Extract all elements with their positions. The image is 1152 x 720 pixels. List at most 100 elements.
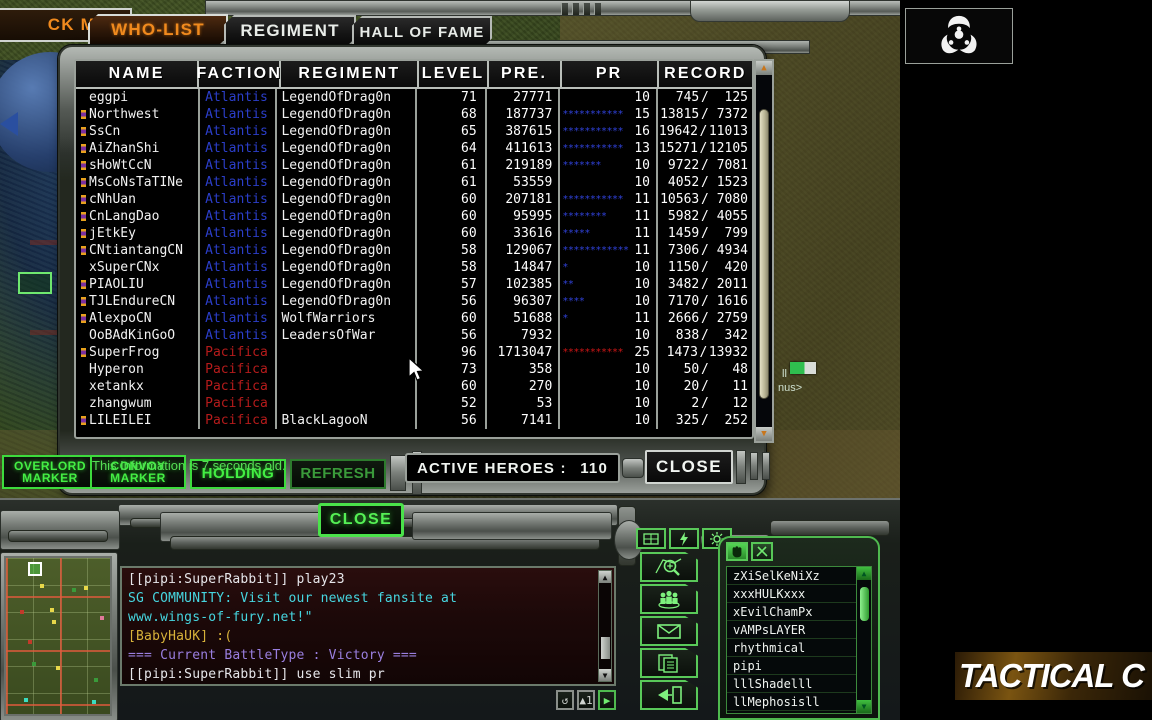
table-row[interactable]: sHoWtCcN Atlantis LegendOfDrag0n 61 219189 **… [76, 157, 752, 174]
lightning-icon[interactable] [669, 528, 699, 549]
player-name: zhangwum [89, 396, 152, 411]
scroll-up-button[interactable]: ▲ [756, 61, 772, 75]
pr-value: 10 [634, 413, 650, 428]
player-list-item[interactable]: pipi [727, 657, 857, 675]
cell-name: CNtiantangCN [76, 242, 201, 259]
player-name: PIAOLIU [89, 277, 144, 292]
watermark-text: TACTICAL C [959, 657, 1145, 694]
exit-door-icon[interactable] [640, 680, 698, 710]
overlord-marker-button[interactable]: OVERLORD MARKER [2, 455, 98, 489]
player-list-tab-hand[interactable] [726, 542, 748, 561]
player-scroll-thumb[interactable] [860, 587, 869, 621]
cell-faction: Pacifica [200, 412, 278, 429]
chat-send-button[interactable]: ▶ [598, 690, 616, 710]
mail-icon[interactable] [640, 616, 698, 646]
rank-badge-icon [80, 126, 87, 137]
zoom-in-map-icon[interactable] [640, 552, 698, 582]
player-list-item[interactable]: vAMPsLAYER [727, 621, 857, 639]
player-list-tabs[interactable] [720, 538, 878, 561]
cell-record: 3482/ 2011 [658, 276, 752, 293]
record-separator: / [700, 226, 709, 241]
hud-icon-column[interactable] [640, 552, 702, 712]
rank-badge-icon [80, 194, 87, 205]
table-row[interactable]: MsCoNsTaTINe Atlantis LegendOfDrag0n 61 5355… [76, 174, 752, 191]
table-row[interactable]: PIAOLIU Atlantis LegendOfDrag0n 57 102385 ** 1… [76, 276, 752, 293]
tab-regiment[interactable]: REGIMENT [224, 15, 356, 47]
table-row[interactable]: jEtkEy Atlantis LegendOfDrag0n 60 33616 *****… [76, 225, 752, 242]
convoy-marker-button[interactable]: CONVOY MARKER [90, 455, 186, 489]
tab-who-list[interactable]: WHO-LIST [88, 14, 228, 46]
cell-regiment: LeadersOfWar [277, 327, 417, 344]
record-wins: 7306 [667, 243, 700, 258]
chat-line: === Current BattleType : Victory === [128, 648, 417, 663]
rank-badge-icon [80, 279, 87, 290]
tab-hall-of-fame[interactable]: HALL OF FAME [352, 16, 492, 48]
chat-scroll-down-button[interactable]: ▼ [599, 669, 611, 681]
cell-record: 19642/11013 [658, 123, 752, 140]
player-scroll-down-button[interactable]: ▼ [857, 700, 871, 713]
who-list-close-button[interactable]: CLOSE [645, 450, 733, 484]
scroll-thumb[interactable] [759, 109, 769, 399]
table-scrollbar[interactable]: ▲ ▼ [754, 59, 774, 443]
pr-value: 10 [634, 260, 650, 275]
table-row[interactable]: cNhUan Atlantis LegendOfDrag0n 60 207181 ****… [76, 191, 752, 208]
minimap[interactable] [4, 556, 112, 716]
player-list-item[interactable]: lllShadelll [727, 675, 857, 693]
chat-scrollbar[interactable]: ▲ ▼ [598, 570, 612, 682]
scroll-down-button[interactable]: ▼ [756, 427, 772, 441]
player-list[interactable]: zXiSelKeNiXz xxxHULKxxx xEvilChamPx vAMPsLA… [726, 566, 858, 714]
player-list-item[interactable]: llMephosisll [727, 693, 857, 711]
table-row[interactable]: CNtiantangCN Atlantis LegendOfDrag0n 58 1290… [76, 242, 752, 259]
pr-value: 10 [634, 379, 650, 394]
cell-faction: Atlantis [200, 157, 278, 174]
player-list-item[interactable]: zXiSelKeNiXz [727, 567, 857, 585]
record-losses: 7080 [716, 192, 748, 207]
table-row[interactable]: TJLEndureCN Atlantis LegendOfDrag0n 56 96307… [76, 293, 752, 310]
chat-panel[interactable]: [[pipi:SuperRabbit]] play23 SG COMMUNITY:… [120, 566, 616, 686]
minimap-blip [84, 586, 88, 590]
cell-pr: *********** 13 [560, 140, 658, 157]
cell-faction: Atlantis [200, 293, 278, 310]
player-list-scrollbar[interactable]: ▲ ▼ [856, 566, 872, 714]
scroll-track[interactable] [756, 75, 772, 427]
chat-scroll-thumb[interactable] [601, 637, 610, 659]
pr-value: 10 [634, 294, 650, 309]
clipboard-icon[interactable] [640, 648, 698, 678]
table-row[interactable]: zhangwum Pacifica 52 53 10 2/ 12 [76, 395, 752, 412]
chat-prev-button[interactable]: ↺ [556, 690, 574, 710]
table-row[interactable]: eggpi Atlantis LegendOfDrag0n 71 27771 10 745/… [76, 89, 752, 106]
table-row[interactable]: SsCn Atlantis LegendOfDrag0n 65 387615 ******… [76, 123, 752, 140]
cell-pr: ** 10 [560, 276, 658, 293]
pr-stars: * [562, 262, 568, 273]
player-scroll-up-button[interactable]: ▲ [857, 567, 871, 580]
rank-badge-icon [80, 313, 87, 324]
player-list-item[interactable]: xxxHULKxxx [727, 585, 857, 603]
table-row[interactable]: OoBAdKinGoO Atlantis LeadersOfWar 56 7932 10 8… [76, 327, 752, 344]
friendly-unit[interactable] [790, 362, 816, 374]
cell-record: 2666/ 2759 [658, 310, 752, 327]
player-list-item[interactable]: rhythmical [727, 639, 857, 657]
table-row[interactable]: Northwest Atlantis LegendOfDrag0n 68 187737 *… [76, 106, 752, 123]
table-row[interactable]: AiZhanShi Atlantis LegendOfDrag0n 64 411613 *… [76, 140, 752, 157]
table-row[interactable]: AlexpoCN Atlantis WolfWarriors 60 51688 * 11 26… [76, 310, 752, 327]
table-body[interactable]: eggpi Atlantis LegendOfDrag0n 71 27771 10 745/… [76, 89, 752, 439]
hud-close-button[interactable]: CLOSE [318, 503, 404, 537]
group-players-icon[interactable] [640, 584, 698, 614]
table-row[interactable]: CnLangDao Atlantis LegendOfDrag0n 60 95995 **… [76, 208, 752, 225]
cell-pr: 10 [560, 174, 658, 191]
table-row[interactable]: xSuperCNx Atlantis LegendOfDrag0n 58 14847 * 1… [76, 259, 752, 276]
record-separator: / [700, 396, 709, 411]
table-row[interactable]: LILEILEI Pacifica BlackLagooN 56 7141 10 325/ 2… [76, 412, 752, 429]
minimap-viewport-box[interactable] [28, 562, 42, 576]
player-list-tab-swords[interactable] [751, 542, 773, 561]
cell-regiment: LegendOfDrag0n [277, 225, 417, 242]
player-list-item[interactable]: xEvilChamPx [727, 603, 857, 621]
chat-scroll-up-button[interactable]: ▲ [599, 571, 611, 583]
chat-controls[interactable]: ↺ ▲1 ▶ [556, 690, 618, 714]
holding-button[interactable]: HOLDING [190, 459, 286, 489]
biohazard-icon [905, 8, 1013, 64]
cell-record: 50/ 48 [658, 361, 752, 378]
refresh-button[interactable]: REFRESH [290, 459, 386, 489]
chat-channel-button[interactable]: ▲1 [577, 690, 595, 710]
grid-icon[interactable] [636, 528, 666, 549]
